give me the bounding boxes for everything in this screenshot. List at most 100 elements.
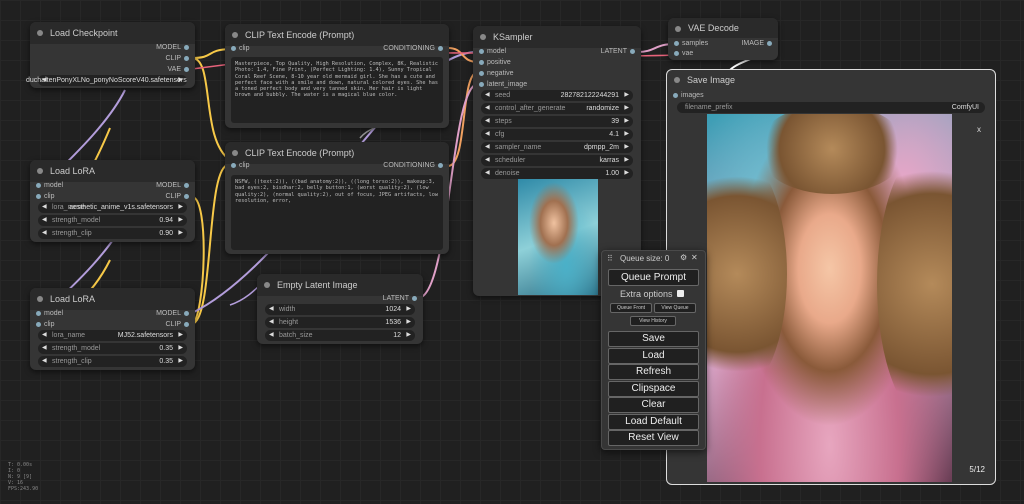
input-samples[interactable]: samples bbox=[674, 39, 708, 49]
vae-decode-node[interactable]: VAE Decode samples vae IMAGE bbox=[668, 18, 778, 60]
output-clip[interactable]: CLIP bbox=[165, 320, 189, 330]
height-widget[interactable]: ◀ height 1536 ▶ bbox=[265, 317, 415, 328]
load-lora-node-2[interactable]: Load LoRA model clip MODEL CLIP ◀ lora_n… bbox=[30, 288, 195, 370]
output-conditioning[interactable]: CONDITIONING bbox=[383, 44, 443, 54]
load-checkpoint-node[interactable]: Load Checkpoint MODEL CLIP VAE ◀ duchait… bbox=[26, 22, 195, 88]
gear-icon[interactable]: ⚙ bbox=[680, 253, 687, 262]
input-model[interactable]: model bbox=[36, 181, 63, 191]
queue-front-button[interactable]: Queue Front bbox=[610, 303, 652, 313]
filename-prefix-widget[interactable]: filename_prefix ComfyUI bbox=[677, 102, 985, 113]
arrow-right-icon[interactable]: ▶ bbox=[624, 116, 629, 127]
clip-text-encode-positive-node[interactable]: CLIP Text Encode (Prompt) clip CONDITION… bbox=[225, 24, 449, 128]
arrow-right-icon[interactable]: ▶ bbox=[178, 202, 183, 213]
output-latent[interactable]: LATENT bbox=[601, 47, 636, 57]
scheduler-widget[interactable]: ◀ scheduler karras ▶ bbox=[481, 155, 633, 166]
drag-handle-icon[interactable]: ⠿ bbox=[607, 254, 613, 263]
arrow-left-icon[interactable]: ◀ bbox=[485, 155, 490, 166]
output-conditioning[interactable]: CONDITIONING bbox=[383, 161, 443, 171]
width-widget[interactable]: ◀ width 1024 ▶ bbox=[265, 304, 415, 315]
batch-size-widget[interactable]: ◀ batch_size 12 ▶ bbox=[265, 330, 415, 341]
input-latent-image[interactable]: latent_image bbox=[479, 80, 527, 90]
arrow-right-icon[interactable]: ▶ bbox=[406, 304, 411, 315]
arrow-left-icon[interactable]: ◀ bbox=[42, 343, 47, 354]
comfy-menu-panel[interactable]: ⠿ Queue size: 0 ⚙ ✕ Queue Prompt Extra o… bbox=[601, 250, 706, 450]
arrow-left-icon[interactable]: ◀ bbox=[485, 168, 490, 179]
load-button[interactable]: Load bbox=[608, 348, 699, 364]
reset-view-button[interactable]: Reset View bbox=[608, 430, 699, 446]
strength-clip-widget[interactable]: ◀ strength_clip 0.35 ▶ bbox=[38, 356, 187, 367]
input-vae[interactable]: vae bbox=[674, 49, 693, 59]
strength-model-widget[interactable]: ◀ strength_model 0.35 ▶ bbox=[38, 343, 187, 354]
arrow-left-icon[interactable]: ◀ bbox=[485, 129, 490, 140]
arrow-right-icon[interactable]: ▶ bbox=[624, 129, 629, 140]
arrow-right-icon[interactable]: ▶ bbox=[624, 155, 629, 166]
arrow-left-icon[interactable]: ◀ bbox=[42, 228, 47, 239]
arrow-left-icon[interactable]: ◀ bbox=[485, 116, 490, 127]
arrow-right-icon[interactable]: ▶ bbox=[178, 330, 183, 341]
arrow-right-icon[interactable]: ▶ bbox=[178, 75, 183, 86]
output-model[interactable]: MODEL bbox=[156, 309, 189, 319]
extra-options-checkbox[interactable] bbox=[677, 290, 684, 297]
close-icon[interactable]: ✕ bbox=[691, 253, 698, 262]
arrow-left-icon[interactable]: ◀ bbox=[269, 304, 274, 315]
output-model[interactable]: MODEL bbox=[156, 43, 189, 53]
control-after-generate-widget[interactable]: ◀ control_after_generate randomize ▶ bbox=[481, 103, 633, 114]
lora-name-widget[interactable]: ◀ lora_name aesthetic_anime_v1s.safetens… bbox=[38, 202, 187, 213]
strength-clip-widget[interactable]: ◀ strength_clip 0.90 ▶ bbox=[38, 228, 187, 239]
arrow-left-icon[interactable]: ◀ bbox=[42, 356, 47, 367]
generated-image-preview[interactable] bbox=[707, 114, 952, 482]
input-clip[interactable]: clip bbox=[231, 44, 250, 54]
arrow-right-icon[interactable]: ▶ bbox=[178, 228, 183, 239]
arrow-right-icon[interactable]: ▶ bbox=[406, 317, 411, 328]
output-vae[interactable]: VAE bbox=[168, 65, 190, 75]
save-button[interactable]: Save bbox=[608, 331, 699, 347]
sampler-name-widget[interactable]: ◀ sampler_name dpmpp_2m ▶ bbox=[481, 142, 633, 153]
arrow-right-icon[interactable]: ▶ bbox=[624, 90, 629, 101]
arrow-left-icon[interactable]: ◀ bbox=[485, 142, 490, 153]
clear-button[interactable]: Clear bbox=[608, 397, 699, 413]
output-model[interactable]: MODEL bbox=[156, 181, 189, 191]
arrow-right-icon[interactable]: ▶ bbox=[178, 343, 183, 354]
input-negative[interactable]: negative bbox=[479, 69, 513, 79]
load-default-button[interactable]: Load Default bbox=[608, 414, 699, 430]
arrow-left-icon[interactable]: ◀ bbox=[42, 215, 47, 226]
lora-name-widget[interactable]: ◀ lora_name MJ52.safetensors ▶ bbox=[38, 330, 187, 341]
arrow-right-icon[interactable]: ▶ bbox=[406, 330, 411, 341]
ckpt-name-widget[interactable]: ◀ duchaitenPonyXLNo_ponyNoScoreV40.safet… bbox=[26, 75, 187, 86]
output-clip[interactable]: CLIP bbox=[165, 54, 189, 64]
close-icon[interactable]: x bbox=[977, 125, 981, 134]
arrow-left-icon[interactable]: ◀ bbox=[42, 330, 47, 341]
arrow-left-icon[interactable]: ◀ bbox=[42, 202, 47, 213]
input-model[interactable]: model bbox=[36, 309, 63, 319]
arrow-right-icon[interactable]: ▶ bbox=[178, 215, 183, 226]
output-clip[interactable]: CLIP bbox=[165, 192, 189, 202]
view-queue-button[interactable]: View Queue bbox=[654, 303, 696, 313]
arrow-left-icon[interactable]: ◀ bbox=[485, 103, 490, 114]
arrow-left-icon[interactable]: ◀ bbox=[269, 330, 274, 341]
input-model[interactable]: model bbox=[479, 47, 506, 57]
arrow-right-icon[interactable]: ▶ bbox=[624, 142, 629, 153]
queue-prompt-button[interactable]: Queue Prompt bbox=[608, 269, 699, 286]
input-clip[interactable]: clip bbox=[36, 320, 55, 330]
clip-text-encode-negative-node[interactable]: CLIP Text Encode (Prompt) clip CONDITION… bbox=[225, 142, 449, 254]
arrow-left-icon[interactable]: ◀ bbox=[269, 317, 274, 328]
arrow-left-icon[interactable]: ◀ bbox=[485, 90, 490, 101]
output-latent[interactable]: LATENT bbox=[383, 294, 418, 304]
input-clip[interactable]: clip bbox=[231, 161, 250, 171]
load-lora-node-1[interactable]: Load LoRA model clip MODEL CLIP ◀ lora_n… bbox=[30, 160, 195, 242]
view-history-button[interactable]: View History bbox=[630, 316, 676, 326]
strength-model-widget[interactable]: ◀ strength_model 0.94 ▶ bbox=[38, 215, 187, 226]
steps-widget[interactable]: ◀ steps 39 ▶ bbox=[481, 116, 633, 127]
cfg-widget[interactable]: ◀ cfg 4.1 ▶ bbox=[481, 129, 633, 140]
input-clip[interactable]: clip bbox=[36, 192, 55, 202]
denoise-widget[interactable]: ◀ denoise 1.00 ▶ bbox=[481, 168, 633, 179]
input-images[interactable]: images bbox=[673, 91, 704, 101]
arrow-right-icon[interactable]: ▶ bbox=[624, 168, 629, 179]
seed-widget[interactable]: ◀ seed 282782122244291 ▶ bbox=[481, 90, 633, 101]
clipspace-button[interactable]: Clipspace bbox=[608, 381, 699, 397]
output-image[interactable]: IMAGE bbox=[741, 39, 772, 49]
empty-latent-image-node[interactable]: Empty Latent Image LATENT ◀ width 1024 ▶… bbox=[257, 274, 423, 344]
prompt-text-area[interactable]: Masterpiece, Top Quality, High Resolutio… bbox=[231, 57, 443, 123]
negative-prompt-text-area[interactable]: NSFW, ((text:2)), ((bad anatomy:2)), ((l… bbox=[231, 175, 443, 250]
refresh-button[interactable]: Refresh bbox=[608, 364, 699, 380]
